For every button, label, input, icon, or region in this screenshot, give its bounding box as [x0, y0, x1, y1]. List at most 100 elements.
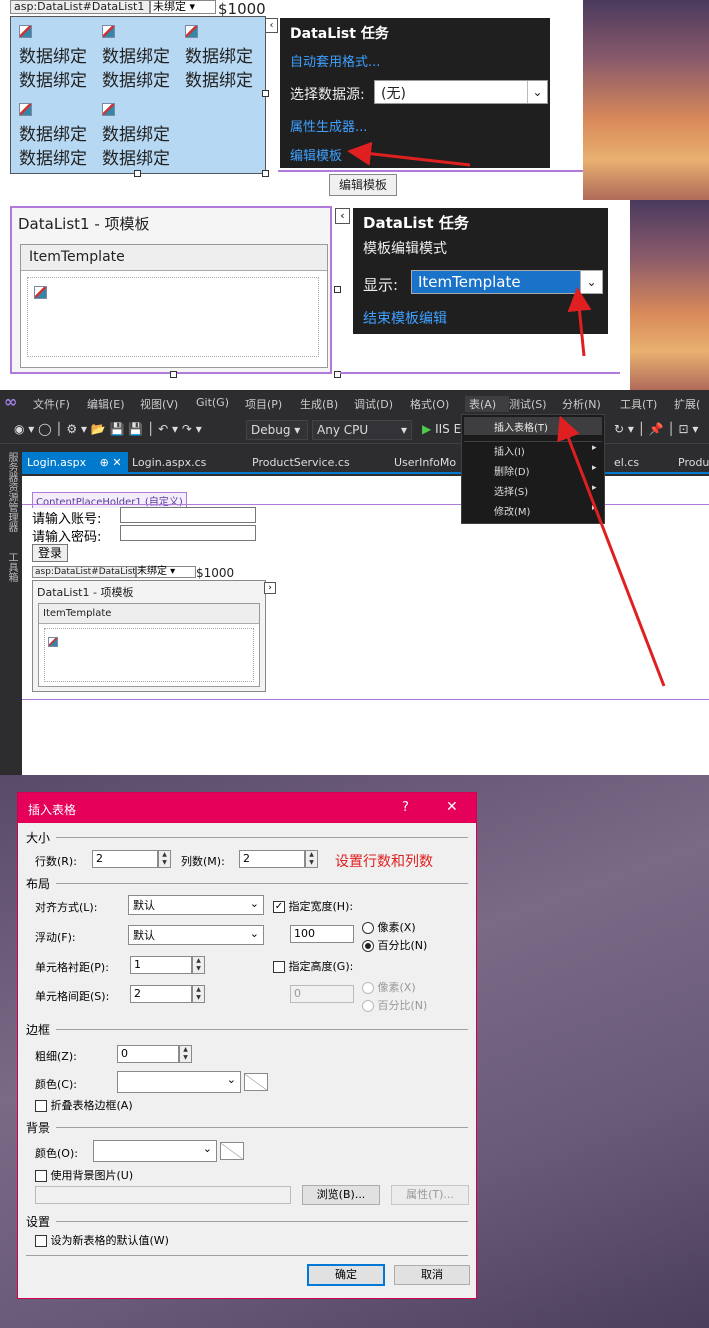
color-picker-icon[interactable]	[244, 1073, 268, 1091]
padding-input[interactable]: 1	[130, 956, 192, 974]
resize-handle[interactable]	[334, 286, 341, 293]
menu-edit[interactable]: 编辑(E)	[87, 396, 140, 412]
config-select[interactable]: Debug ▾	[246, 420, 308, 440]
resize-handle[interactable]	[170, 371, 177, 378]
color-picker-icon[interactable]	[220, 1142, 244, 1160]
browse-button[interactable]: 浏览(B)...	[302, 1185, 380, 1205]
end-template-edit-link[interactable]: 结束模板编辑	[363, 308, 447, 328]
menu-modify[interactable]: 修改(M)	[494, 503, 530, 518]
height-pct-radio[interactable]: 百分比(N)	[362, 997, 427, 1013]
menu-project[interactable]: 项目(P)	[245, 396, 300, 412]
menu-analyze[interactable]: 分析(N)	[562, 396, 620, 412]
tab-login-aspx[interactable]: Login.aspx ⊕ ✕	[22, 452, 128, 474]
datalist-tag[interactable]: asp:DataList#DataList1	[10, 0, 150, 14]
thickness-spinner[interactable]: ▲ ▼	[179, 1045, 192, 1063]
rows-input[interactable]: 2	[92, 850, 158, 868]
datasource-select[interactable]: (无) ⌄	[374, 80, 548, 104]
autoformat-link[interactable]: 自动套用格式...	[290, 51, 380, 70]
close-icon[interactable]: ✕	[112, 456, 121, 469]
nav-back-icon[interactable]: ◉ ▾ ◯ │ ⚙ ▾ 📂 💾 💾 │ ↶ ▾ ↷ ▾	[14, 422, 202, 436]
height-px-radio[interactable]: 像素(X)	[362, 979, 416, 995]
resize-handle[interactable]	[134, 170, 141, 177]
tab-login-aspx-cs[interactable]: Login.aspx.cs	[132, 456, 206, 469]
cols-input[interactable]: 2	[239, 850, 305, 868]
divider	[56, 1127, 468, 1128]
datalist-tag[interactable]: asp:DataList#DataList1	[32, 566, 136, 578]
cols-spinner[interactable]: ▲ ▼	[305, 850, 318, 868]
selection-line	[340, 372, 620, 374]
chevron-down-icon: ⌄	[527, 81, 547, 103]
width-px-radio[interactable]: 像素(X)	[362, 919, 416, 935]
tab-productservice[interactable]: ProductService.cs	[252, 456, 350, 469]
default-checkbox[interactable]: 设为新表格的默认值(W)	[35, 1232, 169, 1248]
menu-git[interactable]: Git(G)	[196, 396, 245, 412]
thickness-input[interactable]: 0	[117, 1045, 179, 1063]
menu-build[interactable]: 生成(B)	[300, 396, 354, 412]
menu-extensions[interactable]: 扩展(	[674, 396, 704, 412]
cancel-button[interactable]: 取消	[394, 1265, 470, 1285]
float-select[interactable]: 默认 ⌄	[128, 925, 264, 945]
template-select[interactable]: ItemTemplate ⌄	[411, 270, 603, 294]
smart-tag-collapse-icon[interactable]: ‹	[265, 18, 278, 33]
height-input[interactable]: 0	[290, 985, 354, 1003]
datalist-tag-dropdown[interactable]: 未绑定 ▾	[136, 566, 196, 578]
help-icon[interactable]: ?	[402, 800, 409, 815]
run-button[interactable]: ▶ IIS E	[422, 422, 461, 436]
border-color-select[interactable]: ⌄	[117, 1071, 241, 1093]
width-checkbox[interactable]: ✓ 指定宽度(H):	[273, 898, 353, 914]
property-builder-link[interactable]: 属性生成器...	[290, 116, 367, 135]
menu-view[interactable]: 视图(V)	[140, 396, 196, 412]
tab-product[interactable]: Produ	[678, 456, 709, 469]
menu-file[interactable]: 文件(F)	[33, 396, 87, 412]
server-explorer-tab[interactable]: 服务器资源管理器	[4, 452, 19, 532]
bg-image-path-input[interactable]	[35, 1186, 291, 1204]
resize-handle[interactable]	[262, 90, 269, 97]
menu-insert[interactable]: 插入(I)	[494, 443, 525, 458]
height-checkbox[interactable]: 指定高度(G):	[273, 958, 353, 974]
smart-tag-collapse-icon[interactable]: ‹	[335, 208, 350, 224]
checkbox-icon	[35, 1235, 47, 1247]
refresh-icon[interactable]: ↻ ▾ │ 📌 │ ⊡ ▾	[614, 422, 698, 436]
menu-select[interactable]: 选择(S)	[494, 483, 528, 498]
template-drop-zone[interactable]	[44, 628, 254, 682]
height-chk-label: 指定高度(G):	[288, 960, 354, 973]
datalist-items[interactable]: 数据绑定 数据绑定 数据绑定 数据绑定 数据绑定 数据绑定 数据绑定 数据绑定 …	[10, 16, 266, 174]
align-select[interactable]: 默认 ⌄	[128, 895, 264, 915]
edit-templates-link[interactable]: 编辑模板	[290, 145, 342, 164]
padding-spinner[interactable]: ▲ ▼	[192, 956, 205, 974]
spacing-spinner[interactable]: ▲ ▼	[192, 985, 205, 1003]
platform-select[interactable]: Any CPU ▾	[312, 420, 412, 440]
width-pct-radio[interactable]: 百分比(N)	[362, 937, 427, 953]
bg-image-checkbox[interactable]: 使用背景图片(U)	[35, 1167, 133, 1183]
menu-test[interactable]: 测试(S)	[509, 396, 562, 412]
datalist-tag-dropdown[interactable]: 未绑定 ▾	[150, 0, 216, 14]
pin-icon[interactable]: ⊕	[100, 456, 109, 469]
menu-insert-table[interactable]: 插入表格(T)	[464, 417, 602, 435]
toolbox-tab[interactable]: 工具箱	[4, 552, 19, 582]
attributes-button[interactable]: 属性(T)...	[391, 1185, 469, 1205]
menu-delete[interactable]: 删除(D)	[494, 463, 530, 478]
smart-tag-expand-icon[interactable]: ›	[264, 582, 276, 594]
menu-debug[interactable]: 调试(D)	[354, 396, 410, 412]
ok-button[interactable]: 确定	[307, 1264, 385, 1286]
thickness-label: 粗细(Z):	[35, 1050, 77, 1063]
resize-handle[interactable]	[262, 170, 269, 177]
menu-tools[interactable]: 工具(T)	[620, 396, 674, 412]
collapse-checkbox[interactable]: 折叠表格边框(A)	[35, 1097, 133, 1113]
menu-table[interactable]: 表(A)	[465, 396, 509, 412]
login-button[interactable]: 登录	[32, 544, 68, 562]
account-input[interactable]	[120, 507, 256, 523]
designer-panel-1: asp:DataList#DataList1 未绑定 ▾ $1000 数据绑定 …	[0, 0, 583, 200]
section-border: 边框	[26, 1023, 51, 1037]
menu-format[interactable]: 格式(O)	[410, 396, 465, 412]
close-icon[interactable]: ✕	[446, 799, 458, 815]
spacing-input[interactable]: 2	[130, 985, 192, 1003]
bg-color-select[interactable]: ⌄	[93, 1140, 217, 1162]
width-input[interactable]: 100	[290, 925, 354, 943]
template-drop-zone[interactable]	[27, 277, 319, 357]
password-input[interactable]	[120, 525, 256, 541]
rows-spinner[interactable]: ▲ ▼	[158, 850, 171, 868]
tab-userinfo[interactable]: UserInfoMo	[394, 456, 456, 469]
display-label: 显示:	[363, 276, 399, 294]
tab-model[interactable]: el.cs	[614, 456, 639, 469]
